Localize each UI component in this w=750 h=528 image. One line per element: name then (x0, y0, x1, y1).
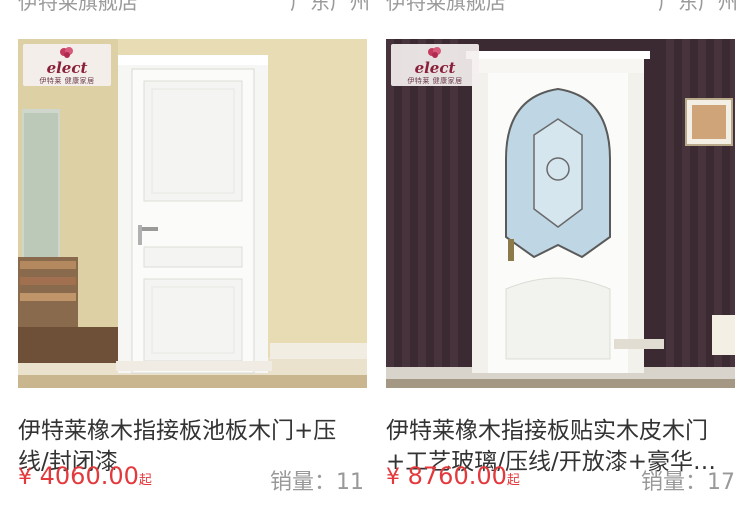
door-photo (18, 39, 367, 388)
previous-row: 伊特莱旗舰店 广东广州 伊特莱旗舰店 广东广州 (0, 0, 750, 14)
sales-count: 销量：17 (641, 470, 735, 495)
logo-subtitle: 伊特莱 健康家居 (407, 76, 463, 85)
shop-location: 广东广州 (658, 0, 738, 14)
product-price: ¥ 4060.00起 (18, 462, 152, 490)
shop-name: 伊特莱旗舰店 (386, 0, 506, 14)
product-card[interactable]: elect 伊特莱 健康家居 伊特莱橡木指接板贴实木皮木门+工艺玻璃/压线/开放… (386, 39, 735, 478)
sales-count: 销量：11 (270, 470, 364, 495)
product-image[interactable]: elect 伊特莱 健康家居 (386, 39, 735, 388)
currency-symbol: ¥ (18, 465, 32, 490)
product-image[interactable]: elect 伊特莱 健康家居 (18, 39, 367, 388)
logo-wordmark: elect (46, 58, 88, 77)
price-value: 4060.00 (39, 462, 139, 490)
logo-subtitle: 伊特莱 健康家居 (39, 76, 95, 85)
price-suffix: 起 (138, 473, 152, 488)
shop-name: 伊特莱旗舰店 (18, 0, 138, 14)
logo-wordmark: elect (414, 58, 456, 77)
door-photo (386, 39, 735, 388)
price-value: 8760.00 (407, 462, 507, 490)
shop-location: 广东广州 (290, 0, 370, 14)
price-suffix: 起 (506, 473, 520, 488)
brand-logo: elect 伊特莱 健康家居 (391, 44, 479, 86)
product-price: ¥ 8760.00起 (386, 462, 520, 490)
product-card[interactable]: elect 伊特莱 健康家居 伊特莱橡木指接板池板木门+压线/封闭漆 (18, 39, 367, 478)
currency-symbol: ¥ (386, 465, 400, 490)
brand-logo: elect 伊特莱 健康家居 (23, 44, 111, 86)
